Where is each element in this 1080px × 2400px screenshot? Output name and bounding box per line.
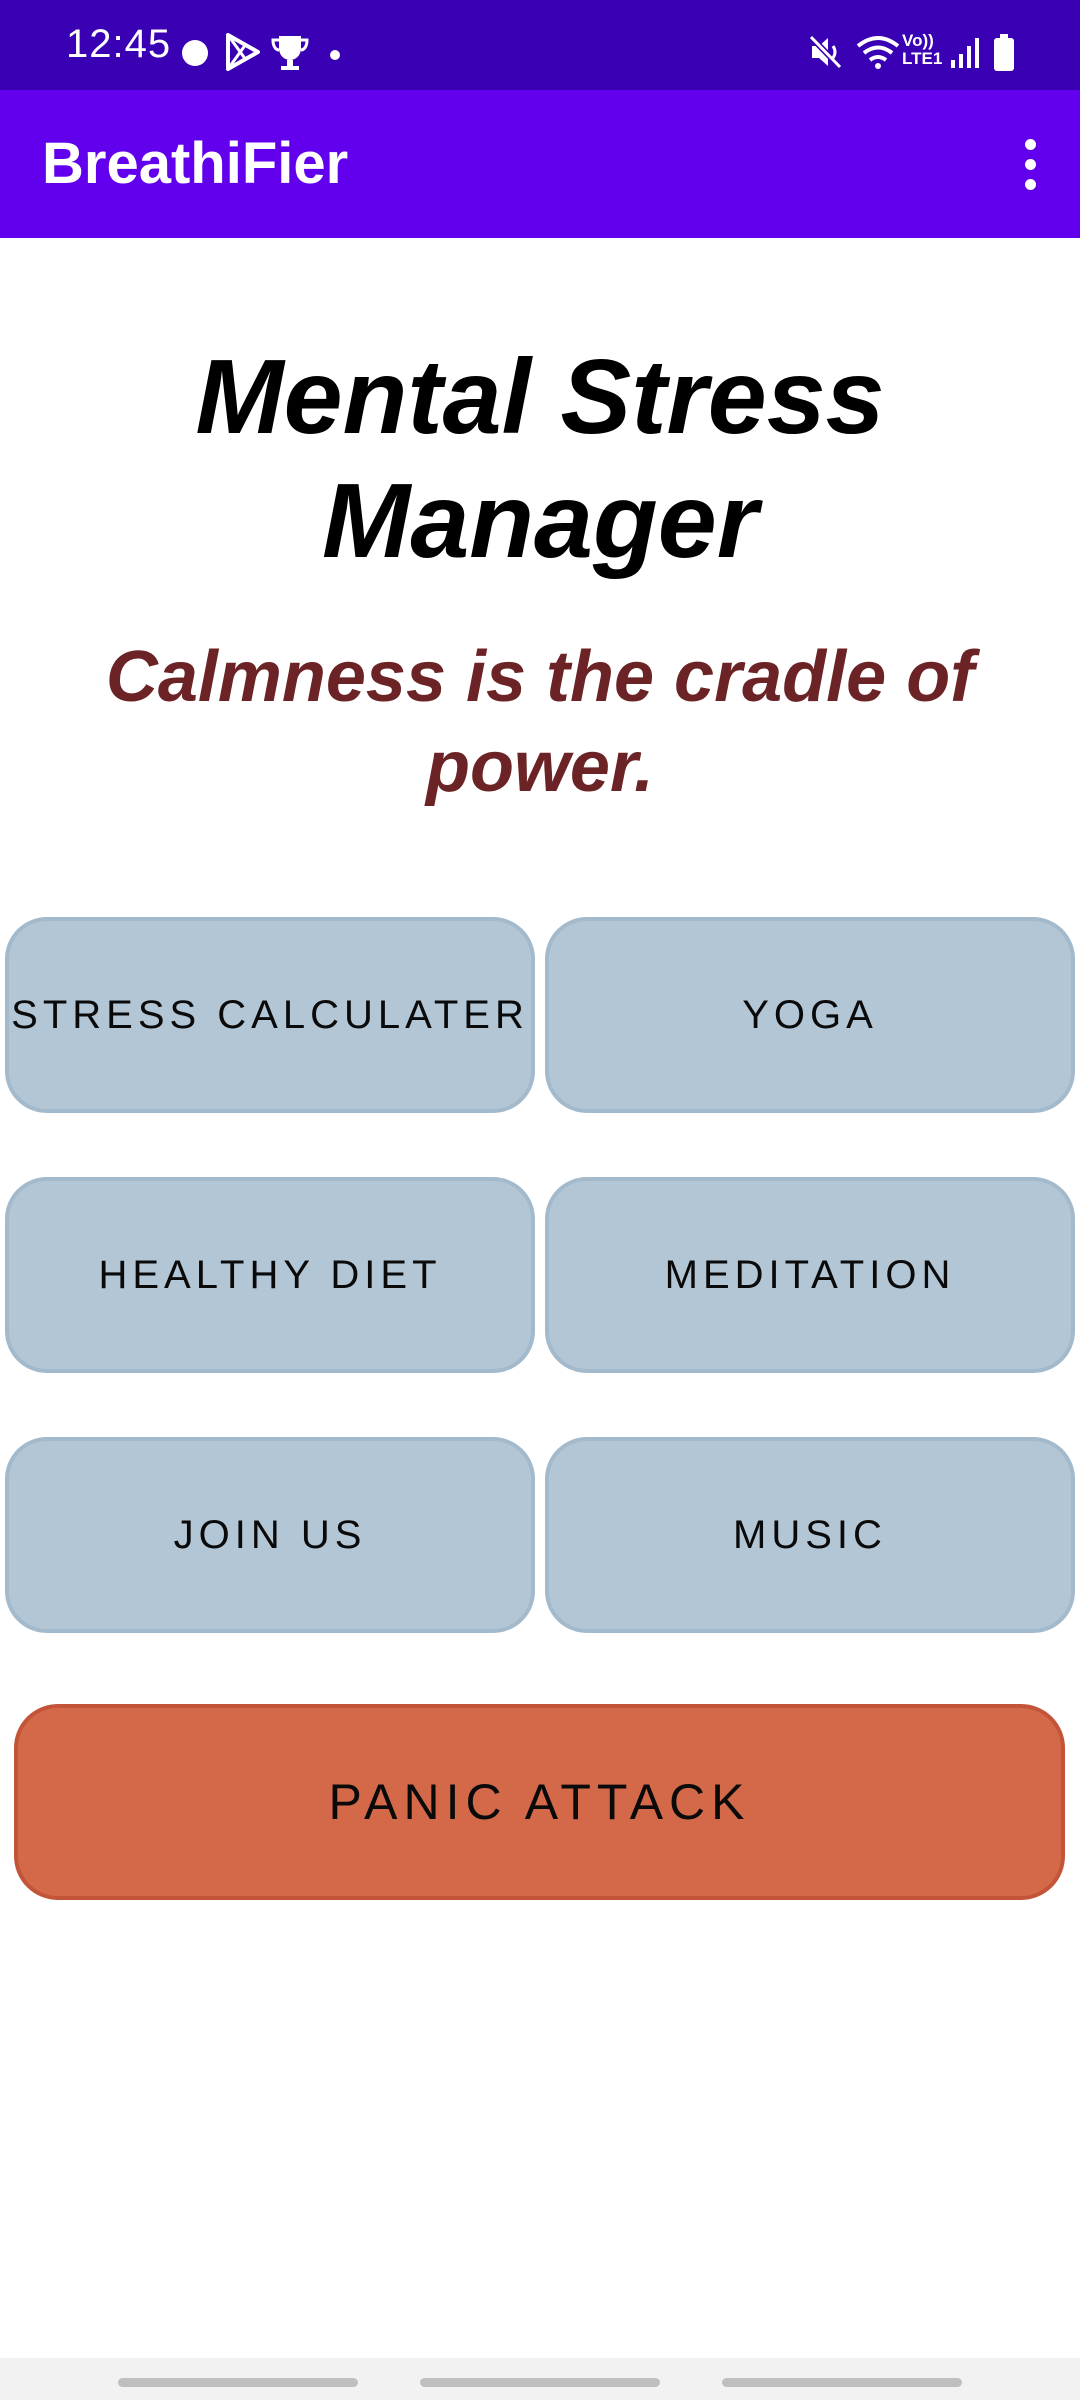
meditation-button[interactable]: MEDITATION (545, 1177, 1075, 1373)
nav-back-gesture[interactable] (118, 2378, 358, 2387)
trophy-icon (270, 32, 310, 77)
more-vert-icon[interactable] (994, 124, 1066, 204)
healthy-diet-button[interactable]: HEALTHY DIET (5, 1177, 535, 1373)
nav-recents-gesture[interactable] (722, 2378, 962, 2387)
music-button[interactable]: MUSIC (545, 1437, 1075, 1633)
page-title: Mental Stress Manager (195, 338, 885, 580)
mute-icon (808, 34, 844, 75)
navigation-bar (0, 2358, 1080, 2400)
yoga-button[interactable]: YOGA (545, 917, 1075, 1113)
app-bar: BreathiFier (0, 90, 1080, 238)
quote-text: Calmness is the cradle of power. (105, 637, 975, 807)
play-store-icon (224, 32, 262, 77)
app-title: BreathiFier (42, 131, 349, 196)
signal-icon (950, 36, 980, 73)
battery-icon (993, 34, 1015, 77)
status-time: 12:45 (66, 22, 172, 66)
network-label: Vo)) LTE1 (902, 31, 943, 68)
panic-attack-button[interactable]: PANIC ATTACK (14, 1704, 1065, 1900)
more-notifications-dot (329, 48, 341, 66)
stress-calculater-button[interactable]: STRESS CALCULATER (5, 917, 535, 1113)
notification-dot-icon (180, 38, 210, 73)
wifi-icon (856, 34, 900, 75)
dot (1024, 138, 1036, 150)
join-us-button[interactable]: JOIN US (5, 1437, 535, 1633)
status-bar: 12:45 Vo)) LTE1 (0, 0, 1080, 90)
nav-home-gesture[interactable] (420, 2378, 660, 2387)
dot (1024, 178, 1036, 190)
dot (1024, 158, 1036, 170)
